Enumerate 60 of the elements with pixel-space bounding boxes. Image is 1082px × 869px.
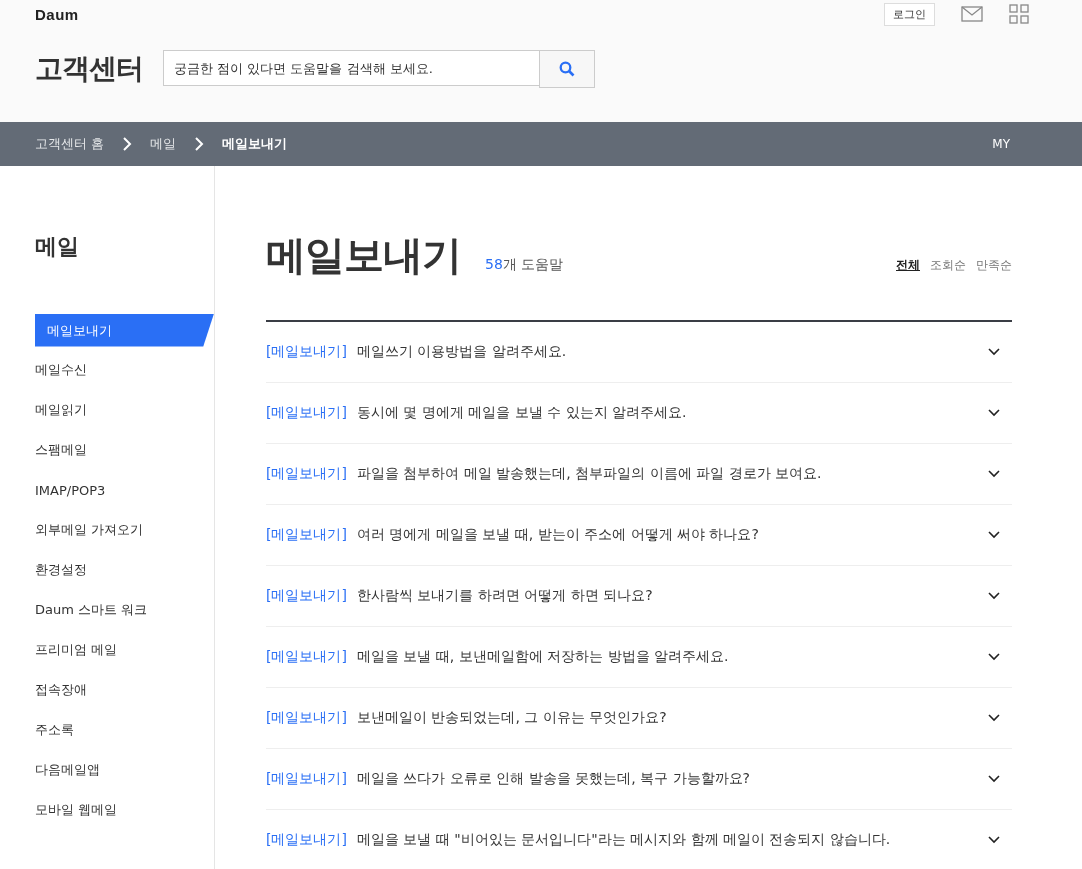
my-link[interactable]: MY bbox=[992, 137, 1010, 151]
sidebar-item[interactable]: 프리미엄 메일 bbox=[0, 641, 118, 659]
search-field[interactable]: 궁금한 점이 있다면 도움말을 검색해 보세요. bbox=[163, 50, 539, 86]
sidebar-title: 메일 bbox=[34, 233, 80, 261]
logo[interactable]: Daum bbox=[35, 5, 79, 23]
sidebar-item[interactable]: Daum 스마트 워크 bbox=[0, 601, 148, 619]
sidebar-item[interactable]: 접속장애 bbox=[0, 681, 87, 699]
sidebar-item[interactable]: 메일수신 bbox=[0, 361, 87, 379]
sidebar-item[interactable]: 주소록 bbox=[0, 721, 74, 739]
sidebar-item[interactable]: 메일보내기 bbox=[35, 313, 214, 347]
apps-grid-icon[interactable] bbox=[1009, 4, 1029, 24]
category-label: [메일보내기] bbox=[266, 343, 347, 361]
question-link[interactable]: 메일을 쓰다가 오류로 인해 발송을 못했는데, 복구 가능할까요? bbox=[356, 770, 750, 788]
sidebar-item[interactable]: 스팸메일 bbox=[0, 441, 87, 459]
chevron-right-icon bbox=[194, 136, 205, 152]
chevron-down-icon[interactable] bbox=[988, 836, 1000, 844]
sidebar-item[interactable]: 외부메일 가져오기 bbox=[0, 521, 144, 539]
question-link[interactable]: 여러 명에게 메일을 보낼 때, 받는이 주소에 어떻게 써야 하나요? bbox=[356, 526, 759, 544]
sidebar-item[interactable]: IMAP/POP3 bbox=[0, 482, 106, 498]
chevron-right-icon bbox=[122, 136, 133, 152]
category-label: [메일보내기] bbox=[266, 404, 347, 422]
mail-icon[interactable] bbox=[961, 6, 983, 22]
chevron-down-icon[interactable] bbox=[988, 348, 1000, 356]
question-link[interactable]: 메일쓰기 이용방법을 알려주세요. bbox=[356, 343, 567, 361]
breadcrumb-link[interactable]: 메일보내기 bbox=[222, 135, 288, 153]
question-link[interactable]: 메일을 보낼 때, 보낸메일함에 저장하는 방법을 알려주세요. bbox=[356, 648, 729, 666]
page-title: 고객센터 bbox=[35, 51, 143, 87]
help-count: 58개 도움말 bbox=[485, 256, 564, 274]
chevron-down-icon[interactable] bbox=[988, 592, 1000, 600]
breadcrumb-link[interactable]: 고객센터 홈 bbox=[35, 135, 105, 153]
sidebar-item[interactable]: 다음메일앱 bbox=[0, 761, 100, 779]
chevron-down-icon[interactable] bbox=[988, 470, 1000, 478]
category-label: [메일보내기] bbox=[266, 587, 347, 605]
category-label: [메일보내기] bbox=[266, 770, 347, 788]
category-label: [메일보내기] bbox=[266, 709, 347, 727]
section-title: 메일보내기 bbox=[266, 231, 461, 280]
sort-option[interactable]: 만족순 bbox=[976, 257, 1012, 274]
breadcrumb-link[interactable]: 메일 bbox=[150, 135, 177, 153]
search-button[interactable] bbox=[539, 50, 595, 88]
category-label: [메일보내기] bbox=[266, 526, 347, 544]
category-label: [메일보내기] bbox=[266, 831, 347, 849]
question-link[interactable]: 보낸메일이 반송되었는데, 그 이유는 무엇인가요? bbox=[356, 709, 667, 727]
login-button[interactable]: 로그인 bbox=[884, 2, 935, 26]
chevron-down-icon[interactable] bbox=[988, 531, 1000, 539]
question-link[interactable]: 한사람씩 보내기를 하려면 어떻게 하면 되나요? bbox=[356, 587, 653, 605]
question-link[interactable]: 메일을 보낼 때 "비어있는 문서입니다"라는 메시지와 함께 메일이 전송되지 않습니다. bbox=[356, 831, 891, 849]
chevron-down-icon[interactable] bbox=[988, 714, 1000, 722]
search-icon bbox=[559, 61, 575, 77]
question-link[interactable]: 파일을 첨부하여 메일 발송했는데, 첨부파일의 이름에 파일 경로가 보여요. bbox=[356, 465, 822, 483]
sidebar-item[interactable]: 모바일 웹메일 bbox=[0, 801, 118, 819]
category-label: [메일보내기] bbox=[266, 465, 347, 483]
chevron-down-icon[interactable] bbox=[988, 409, 1000, 417]
chevron-down-icon[interactable] bbox=[988, 653, 1000, 661]
sidebar-item[interactable]: 환경설정 bbox=[0, 561, 87, 579]
sort-option[interactable]: 전체 bbox=[896, 257, 920, 274]
sidebar-item[interactable]: 메일읽기 bbox=[0, 401, 87, 419]
chevron-down-icon[interactable] bbox=[988, 775, 1000, 783]
sort-option[interactable]: 조회순 bbox=[930, 257, 966, 274]
question-link[interactable]: 동시에 몇 명에게 메일을 보낼 수 있는지 알려주세요. bbox=[356, 404, 687, 422]
category-label: [메일보내기] bbox=[266, 648, 347, 666]
